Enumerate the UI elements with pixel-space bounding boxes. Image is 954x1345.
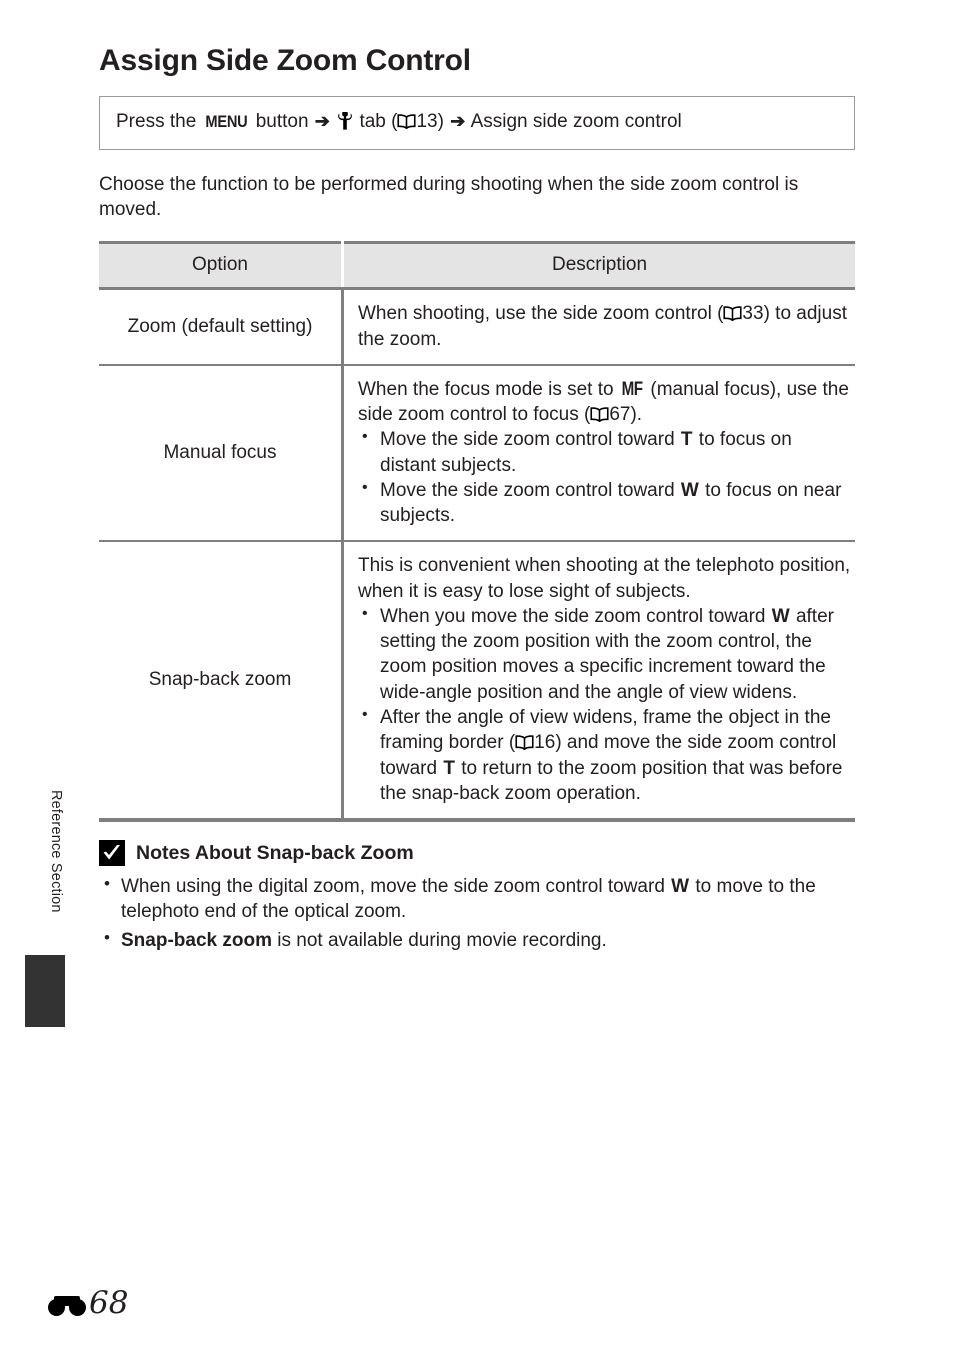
- option-description-zoom: When shooting, use the side zoom control…: [342, 288, 855, 366]
- wrench-icon: [338, 112, 353, 130]
- section-tab-label: Reference Section: [48, 790, 64, 913]
- notes-list: When using the digital zoom, move the si…: [99, 873, 855, 953]
- desc-part-a: When shooting, use the side zoom control…: [358, 303, 724, 325]
- desc-part-a: When the focus mode is set to: [358, 378, 619, 400]
- menu-button-glyph: MENU: [204, 112, 247, 131]
- book-icon: [397, 114, 417, 129]
- column-header-option: Option: [99, 241, 344, 291]
- menu-path-page-ref: 13: [416, 111, 438, 132]
- arrow-right-icon: ➔: [314, 111, 330, 131]
- option-description-snap-back-zoom: This is convenient when shooting at the …: [342, 541, 855, 823]
- checkmark-box-icon: [99, 840, 125, 867]
- description-text: When the focus mode is set to MF (manual…: [358, 377, 851, 428]
- bullet-part-a: When you move the side zoom control towa…: [380, 605, 771, 627]
- menu-path-tab-word: tab: [359, 111, 386, 132]
- page-title: Assign Side Zoom Control: [99, 44, 471, 77]
- intro-paragraph: Choose the function to be performed duri…: [99, 173, 799, 221]
- table-header: Option Description: [99, 241, 855, 291]
- book-icon: [515, 735, 534, 751]
- wide-glyph: W: [771, 605, 790, 627]
- reference-section-icon: [48, 1292, 86, 1316]
- menu-path-destination: Assign side zoom control: [470, 111, 682, 132]
- page-footer: 68: [48, 1288, 128, 1319]
- note-part-a: When using the digital zoom, move the si…: [121, 876, 671, 898]
- tele-glyph: T: [680, 429, 693, 451]
- list-item: After the angle of view widens, frame th…: [358, 704, 851, 806]
- options-table: Option Description Zoom (default setting…: [99, 241, 855, 823]
- desc-page-ref: 33: [742, 303, 764, 325]
- option-name-zoom: Zoom (default setting): [99, 288, 344, 366]
- list-item: Move the side zoom control toward W to f…: [358, 477, 851, 529]
- desc-page-ref: 67: [609, 404, 631, 426]
- notes-title: Notes About Snap-back Zoom: [136, 841, 414, 864]
- note-part-b: is not available during movie recording.: [271, 929, 607, 951]
- menu-path-box: Press the MENU button ➔ tab (13) ➔ Assig…: [99, 96, 855, 150]
- desc-part-c: ).: [630, 404, 643, 426]
- arrow-right-icon-2: ➔: [450, 111, 466, 131]
- page-content: Assign Side Zoom Control Press the MENU …: [99, 0, 855, 956]
- note-bold-lead: Snap-back zoom: [121, 929, 272, 951]
- option-description-manual-focus: When the focus mode is set to MF (manual…: [342, 364, 855, 543]
- menu-path-close-paren: ): [437, 111, 444, 132]
- description-text: When shooting, use the side zoom control…: [358, 301, 851, 352]
- table-body: Zoom (default setting) When shooting, us…: [99, 288, 855, 823]
- section-tab-block: [25, 955, 65, 1027]
- list-item: Move the side zoom control toward T to f…: [358, 426, 851, 478]
- bullet-part-a: Move the side zoom control toward: [380, 429, 680, 451]
- table-row: Zoom (default setting) When shooting, us…: [99, 288, 855, 366]
- table-row: Manual focus When the focus mode is set …: [99, 364, 855, 543]
- manual-focus-glyph: MF: [621, 378, 643, 400]
- option-name-manual-focus: Manual focus: [99, 364, 344, 543]
- option-name-snap-back-zoom: Snap-back zoom: [99, 541, 344, 823]
- bullet-part-a: Move the side zoom control toward: [380, 479, 680, 501]
- table-header-row: Option Description: [99, 241, 855, 291]
- notes-section: Notes About Snap-back Zoom When using th…: [99, 840, 855, 953]
- list-item: When you move the side zoom control towa…: [358, 603, 851, 705]
- menu-path-button-word: button: [255, 111, 309, 132]
- column-header-description: Description: [342, 241, 855, 291]
- table-row: Snap-back zoom This is convenient when s…: [99, 541, 855, 823]
- tele-glyph: T: [443, 757, 455, 779]
- description-text: This is convenient when shooting at the …: [358, 555, 851, 602]
- list-item: When using the digital zoom, move the si…: [99, 873, 855, 925]
- menu-path-press: Press the: [116, 111, 197, 132]
- bullet-page-ref: 16: [534, 732, 556, 754]
- book-icon: [723, 306, 742, 322]
- description-bullet-list: Move the side zoom control toward T to f…: [358, 426, 851, 529]
- wide-glyph: W: [671, 876, 690, 898]
- list-item: Snap-back zoom is not available during m…: [99, 927, 855, 953]
- notes-header: Notes About Snap-back Zoom: [99, 840, 855, 867]
- book-icon: [590, 407, 609, 423]
- page-number: 68: [89, 1285, 129, 1321]
- description-bullet-list: When you move the side zoom control towa…: [358, 603, 851, 806]
- wide-glyph: W: [680, 479, 699, 501]
